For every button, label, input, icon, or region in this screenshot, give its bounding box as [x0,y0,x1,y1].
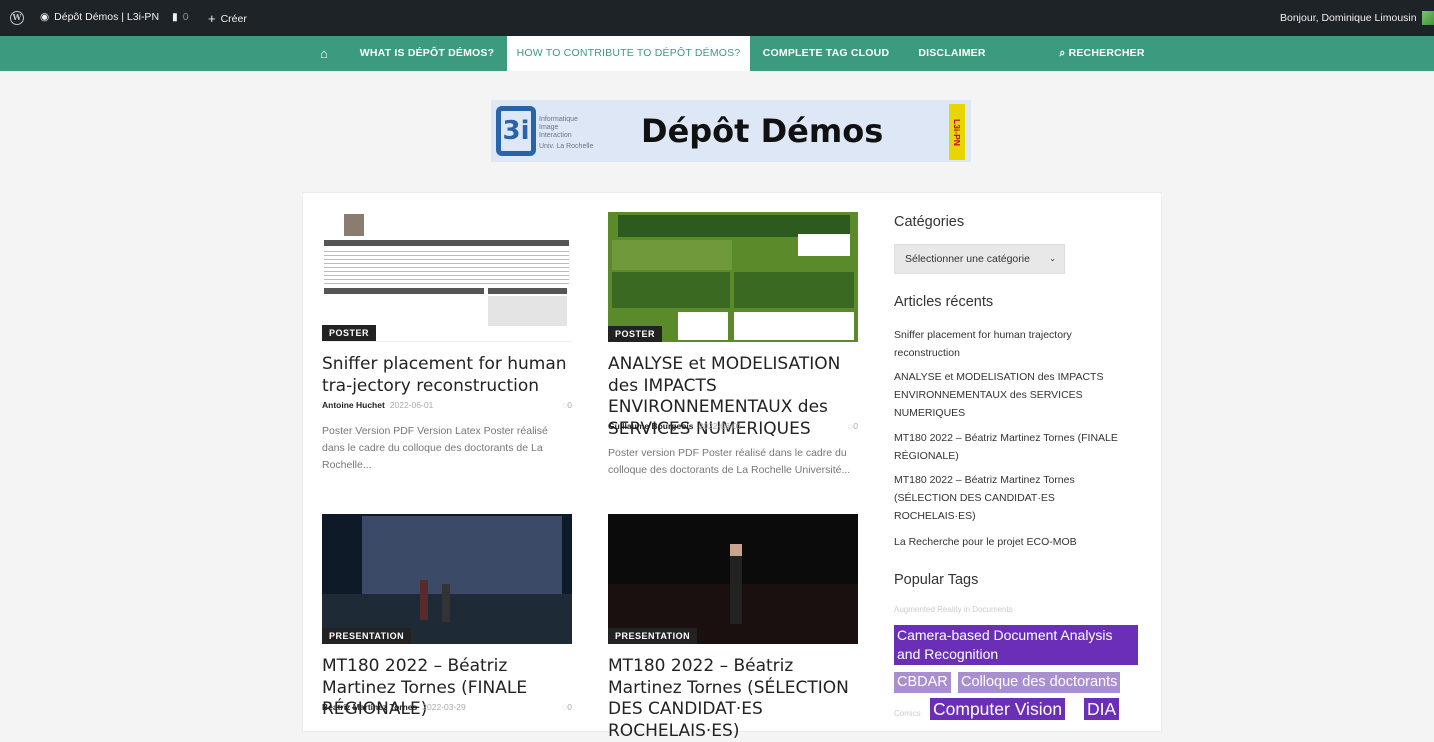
l3i-logo-mark: 3i [496,106,536,156]
poster-graph [678,312,728,340]
post-comments[interactable]: ◌0 [562,400,572,410]
post-excerpt: Poster version PDF Poster réalisé dans l… [608,447,851,476]
logo-subtitle: Informatique Image Interaction Univ. La … [539,116,599,151]
poster-partner-logo [798,234,850,256]
post-excerpt: Poster Version PDF Version Latex Poster … [322,425,548,471]
post-thumbnail[interactable]: POSTER [608,212,858,342]
post-author[interactable]: Guillaume Bourgeois [608,421,694,431]
post-thumbnail[interactable]: PRESENTATION [608,514,858,644]
recent-post-link[interactable]: MT180 2022 – Béatriz Martinez Tornes (SÉ… [894,471,1139,525]
recent-post-link[interactable]: La Recherche pour le projet ECO-MOB [894,533,1139,551]
nav-item-how-to-contribute[interactable]: HOW TO CONTRIBUTE TO DÉPÔT DÉMOS? [507,36,750,71]
plus-icon: + [208,11,216,26]
video-projection-screen [362,516,562,594]
author-photo [344,214,364,236]
post-thumbnail[interactable]: POSTER [322,212,572,342]
post-date: 2022-06-01 [389,400,434,410]
post-meta: Antoine Huchet 2022-06-01 ◌0 [322,400,572,410]
video-speaker [730,544,742,624]
post-date: 2022-06-01 [698,421,742,431]
poster-header-bar [324,240,569,246]
poster-map-figure [488,296,567,326]
account-menu[interactable]: Bonjour, Dominique Limousin [1280,11,1434,25]
tag-link[interactable]: Comics [894,709,921,718]
categories-title: Catégories [894,214,965,230]
post-meta: Guillaume Bourgeois 2022-06-01 ◌0 [608,421,858,431]
site-logo[interactable]: 3i Informatique Image Interaction Univ. … [491,100,971,162]
category-badge[interactable]: POSTER [608,326,663,342]
search-button[interactable]: ⌕ RECHERCHER [1042,36,1162,71]
dashboard-icon: ◉ [40,11,50,23]
tag-link[interactable]: Computer Vision [930,698,1066,720]
nav-item-tag-cloud[interactable]: COMPLETE TAG CLOUD [755,36,897,71]
home-icon[interactable]: ⌂ [306,36,342,71]
tag-link[interactable]: DIA [1084,698,1120,720]
logo-subtitle-text: Informatique Image Interaction [539,116,578,139]
post-title[interactable]: MT180 2022 – Béatriz Martinez Tornes (SÉ… [608,656,858,742]
main-nav: ⌂ WHAT IS DÉPÔT DÉMOS? HOW TO CONTRIBUTE… [0,36,1434,71]
post-title[interactable]: Sniffer placement for human tra-jectory … [322,354,572,397]
nav-item-what-is[interactable]: WHAT IS DÉPÔT DÉMOS? [352,36,502,71]
post-comments[interactable]: ◌0 [562,702,572,712]
tag-link[interactable]: Camera-based Document Analysis and Recog… [894,625,1138,665]
wordpress-logo-icon[interactable]: W [10,11,24,25]
comment-icon: ▮ [172,11,178,23]
search-icon: ⌕ [1059,47,1066,59]
category-badge[interactable]: PRESENTATION [322,628,412,644]
post-meta: Beatriz Martinez Tornes 2022-03-29 ◌0 [322,702,572,712]
tag-link[interactable]: CBDAR [894,672,951,693]
category-select[interactable]: Sélectionner une catégorie ⌄ [894,244,1065,274]
recent-post-link[interactable]: MT180 2022 – Béatriz Martinez Tornes (FI… [894,429,1139,465]
popular-tags-title: Popular Tags [894,572,979,588]
poster-text-block [324,248,569,286]
post-author[interactable]: Beatriz Martinez Tornes [322,702,417,712]
category-badge[interactable]: PRESENTATION [608,628,698,644]
site-name-link[interactable]: ◉ Dépôt Démos | L3i-PN [40,11,159,23]
poster-section-bar [488,288,567,294]
avatar [1421,11,1434,25]
post-date: 2022-03-29 [422,702,466,712]
logo-tag: L3i-PN [949,104,965,160]
poster-results-block [734,272,854,308]
admin-bar: W ◉ Dépôt Démos | L3i-PN ▮ 0 + Créer Bon… [0,0,1434,36]
poster-section-bar [324,288,484,294]
chevron-down-icon: ⌄ [1049,254,1056,263]
tag-link[interactable]: Augmented Reality in Documents [894,605,1013,614]
video-speaker [420,580,428,620]
recent-posts-title: Articles récents [894,294,994,310]
comments-link[interactable]: ▮ 0 [172,11,189,23]
recent-post-link[interactable]: ANALYSE et MODELISATION des IMPACTS ENVI… [894,368,1139,422]
logo-title: Dépôt Démos [641,112,884,150]
recent-post-link[interactable]: Sniffer placement for human trajectory r… [894,326,1139,362]
logo-subtitle-univ: Univ. La Rochelle [539,143,594,150]
poster-diagram [734,312,854,340]
create-link[interactable]: + Créer [208,11,247,26]
post-comments[interactable]: ◌0 [848,421,858,431]
poster-content-block [612,272,730,308]
post-thumbnail[interactable]: PRESENTATION [322,514,572,644]
category-badge[interactable]: POSTER [322,325,377,341]
video-speaker [442,584,450,622]
tag-link[interactable]: Colloque des doctorants [958,672,1121,693]
nav-item-disclaimer[interactable]: DISCLAIMER [902,36,1002,71]
post-author[interactable]: Antoine Huchet [322,400,385,410]
poster-author-block [612,240,732,270]
